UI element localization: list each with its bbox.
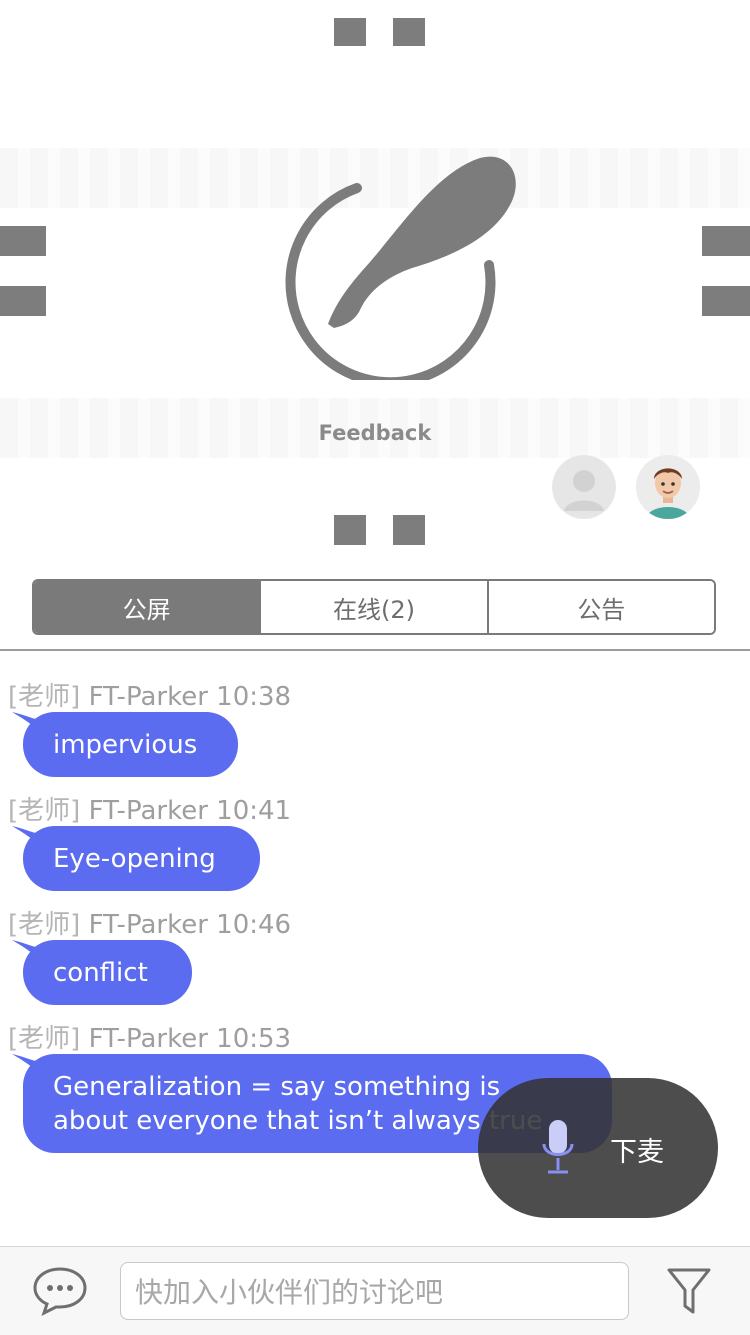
- message-header: [老师] FT-Parker 10:53: [8, 1018, 291, 1055]
- corner-marker: [334, 515, 366, 545]
- corner-marker: [393, 18, 425, 46]
- message-time: 10:53: [216, 1024, 292, 1054]
- divider: [0, 649, 750, 651]
- chat-bubble-icon[interactable]: [32, 1266, 88, 1316]
- message-role: [老师]: [8, 910, 81, 940]
- message-sender: FT-Parker: [88, 796, 208, 826]
- message-time: 10:38: [216, 682, 292, 712]
- message-sender: FT-Parker: [88, 1024, 208, 1054]
- message-input[interactable]: 快加入小伙伴们的讨论吧: [120, 1262, 629, 1320]
- microphone-icon: [542, 1120, 574, 1174]
- feather-circle-logo-icon: [285, 156, 516, 380]
- teacher-avatar[interactable]: [636, 455, 700, 519]
- stage-area: Feedback: [0, 0, 750, 565]
- message-time: 10:46: [216, 910, 292, 940]
- corner-marker: [393, 515, 425, 545]
- message-bubble: impervious: [23, 712, 238, 777]
- corner-marker: [702, 286, 750, 316]
- leave-mic-label[interactable]: 下麦: [610, 1130, 664, 1169]
- message-bubble: Eye-opening: [23, 826, 260, 891]
- message-role: [老师]: [8, 682, 81, 712]
- message-header: [老师] FT-Parker 10:46: [8, 904, 291, 941]
- chat-tabs: 公屏 在线(2) 公告: [32, 579, 716, 635]
- logo-caption: Feedback: [318, 421, 432, 445]
- message-time: 10:41: [216, 796, 292, 826]
- corner-marker: [334, 18, 366, 46]
- filter-funnel-icon[interactable]: [666, 1266, 712, 1316]
- message-sender: FT-Parker: [88, 682, 208, 712]
- message-sender: FT-Parker: [88, 910, 208, 940]
- message-header: [老师] FT-Parker 10:41: [8, 790, 291, 827]
- message-role: [老师]: [8, 1024, 81, 1054]
- user-placeholder-icon: [553, 456, 615, 518]
- corner-marker: [702, 226, 750, 256]
- message-bubble: conflict: [23, 940, 192, 1005]
- message-header: [老师] FT-Parker 10:38: [8, 676, 291, 713]
- message-role: [老师]: [8, 796, 81, 826]
- corner-marker: [0, 226, 46, 256]
- tab-online[interactable]: 在线(2): [259, 581, 487, 633]
- cartoon-man-avatar-icon: [637, 456, 699, 519]
- tab-public-screen[interactable]: 公屏: [34, 581, 260, 633]
- corner-marker: [0, 286, 46, 316]
- tab-announcement[interactable]: 公告: [486, 581, 714, 633]
- default-avatar[interactable]: [552, 455, 616, 519]
- leave-mic-button[interactable]: [478, 1078, 718, 1218]
